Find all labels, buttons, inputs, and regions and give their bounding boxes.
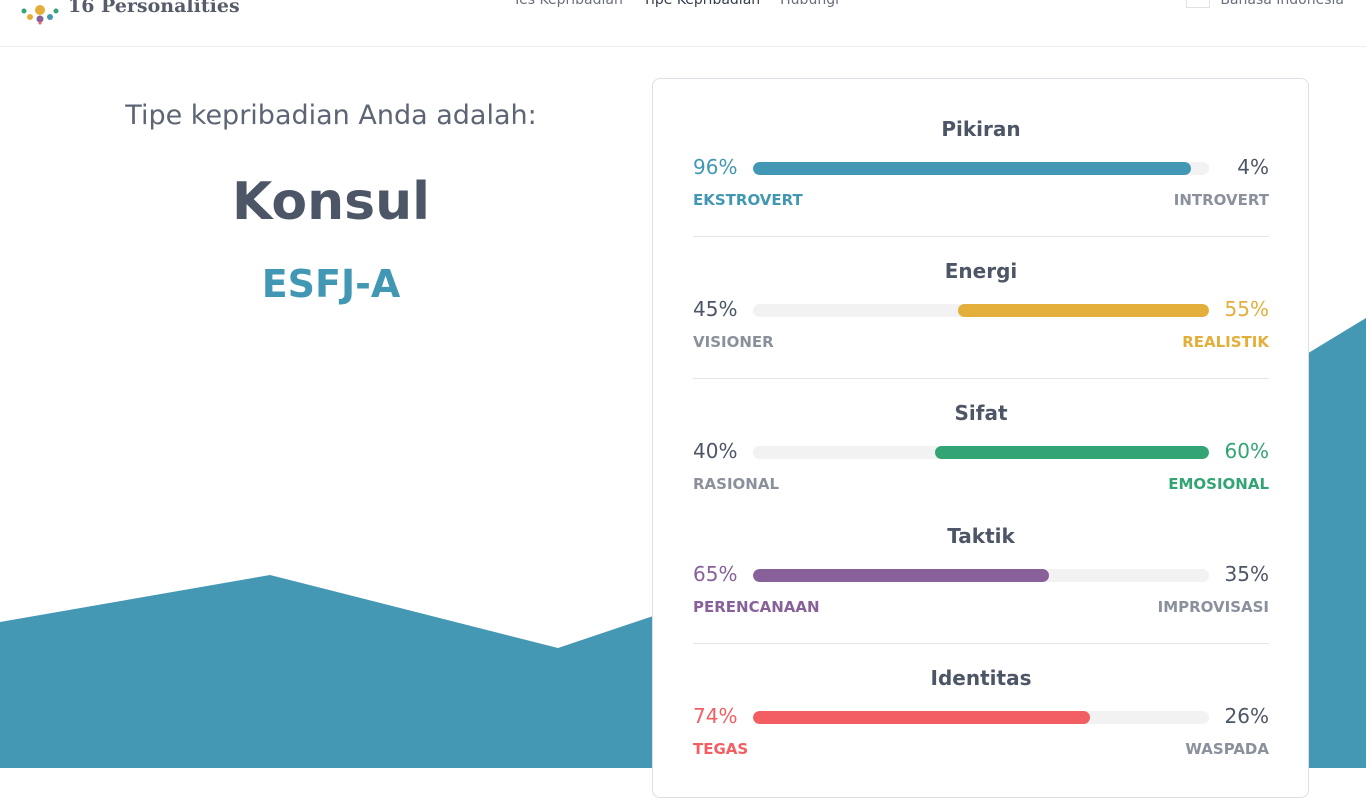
trait-left-percent: 74% bbox=[693, 704, 738, 728]
trait-energi: Energi 45% 55% VISIONER REALISTIK bbox=[693, 259, 1269, 351]
trait-divider bbox=[693, 236, 1269, 237]
trait-bar-fill bbox=[753, 711, 1091, 724]
trait-left-label: PERENCANAAN bbox=[693, 598, 820, 616]
trait-title: Energi bbox=[944, 259, 1018, 283]
language-selector[interactable]: Bahasa Indonesia bbox=[1186, 0, 1344, 8]
traits-card: Pikiran 96% 4% EKSTROVERT INTROVERT Ener… bbox=[652, 78, 1309, 798]
indonesia-flag-icon bbox=[1186, 0, 1211, 8]
main-nav: Tes Kepribadian Tipe Kepribadian Hubungi bbox=[513, 0, 859, 8]
trait-left-label: VISIONER bbox=[693, 333, 774, 351]
trait-left-percent: 45% bbox=[693, 297, 738, 321]
trait-divider bbox=[693, 643, 1269, 644]
trait-bar-fill bbox=[958, 304, 1209, 317]
trait-bar-fill bbox=[753, 569, 1050, 582]
trait-right-label: EMOSIONAL bbox=[1168, 475, 1269, 493]
trait-left-label: EKSTROVERT bbox=[693, 191, 803, 209]
nav-tes-kepribadian[interactable]: Tes Kepribadian bbox=[513, 0, 623, 8]
trait-right-label: REALISTIK bbox=[1182, 333, 1269, 351]
trait-title: Sifat bbox=[954, 401, 1008, 425]
trait-bar-track bbox=[753, 446, 1209, 459]
trait-bar-track bbox=[753, 304, 1209, 317]
trait-bar-fill bbox=[753, 162, 1191, 175]
trait-pikiran: Pikiran 96% 4% EKSTROVERT INTROVERT bbox=[693, 117, 1269, 209]
top-navigation-bar: 16 Personalities Tes Kepribadian Tipe Ke… bbox=[0, 0, 1366, 47]
trait-identitas: Identitas 74% 26% TEGAS WASPADA bbox=[693, 666, 1269, 758]
trait-left-label: TEGAS bbox=[693, 740, 749, 758]
trait-right-percent: 55% bbox=[1224, 297, 1269, 321]
trait-left-percent: 40% bbox=[693, 439, 738, 463]
result-intro: Tipe kepribadian Anda adalah: bbox=[125, 100, 537, 131]
trait-right-percent: 60% bbox=[1224, 439, 1269, 463]
personality-type-code: ESFJ-A bbox=[261, 262, 401, 306]
trait-right-label: WASPADA bbox=[1185, 740, 1269, 758]
trait-title: Pikiran bbox=[941, 117, 1021, 141]
trait-right-percent: 35% bbox=[1224, 562, 1269, 586]
trait-taktik: Taktik 65% 35% PERENCANAAN IMPROVISASI bbox=[693, 524, 1269, 616]
trait-right-label: IMPROVISASI bbox=[1157, 598, 1269, 616]
personality-type-name: Konsul bbox=[232, 172, 430, 232]
trait-right-percent: 4% bbox=[1237, 155, 1269, 179]
trait-bar-track bbox=[753, 162, 1209, 175]
logo-text: 16 Personalities bbox=[68, 0, 240, 17]
trait-right-percent: 26% bbox=[1224, 704, 1269, 728]
trait-divider bbox=[693, 378, 1269, 379]
trait-bar-fill bbox=[935, 446, 1209, 459]
trait-bar-track bbox=[753, 569, 1209, 582]
nav-tipe-kepribadian[interactable]: Tipe Kepribadian bbox=[643, 0, 760, 8]
logo[interactable]: 16 Personalities bbox=[18, 0, 240, 26]
language-label: Bahasa Indonesia bbox=[1220, 0, 1344, 8]
trait-left-percent: 96% bbox=[693, 155, 738, 179]
trait-title: Taktik bbox=[947, 524, 1015, 548]
trait-left-label: RASIONAL bbox=[693, 475, 780, 493]
trait-right-label: INTROVERT bbox=[1173, 191, 1269, 209]
trait-left-percent: 65% bbox=[693, 562, 738, 586]
trait-title: Identitas bbox=[930, 666, 1032, 690]
trait-sifat: Sifat 40% 60% RASIONAL EMOSIONAL bbox=[693, 401, 1269, 493]
logo-dots-icon bbox=[21, 5, 59, 25]
trait-bar-track bbox=[753, 711, 1209, 724]
nav-hubungi[interactable]: Hubungi bbox=[780, 0, 839, 8]
